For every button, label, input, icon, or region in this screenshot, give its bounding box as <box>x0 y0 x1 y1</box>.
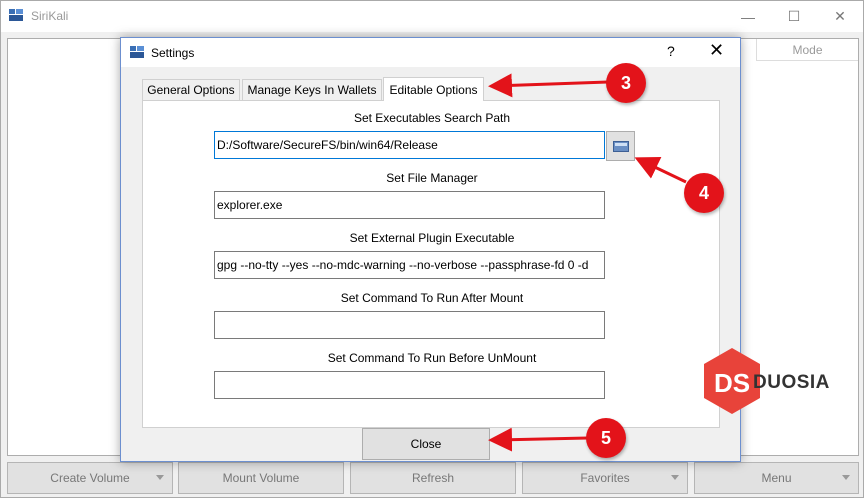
annotation-marker-3: 3 <box>606 63 646 103</box>
watermark-text: DUOSIA <box>753 372 830 393</box>
arrow-to-close-button <box>488 427 589 452</box>
tab-editable-options[interactable]: Editable Options <box>383 77 484 101</box>
tab-label: Editable Options <box>389 82 478 97</box>
arrow-to-browse-button <box>634 156 687 184</box>
annotation-marker-4: 4 <box>684 173 724 213</box>
svg-text:DS: DS <box>714 368 750 398</box>
annotation-arrows <box>488 73 687 452</box>
arrow-to-editable-tab <box>488 73 609 98</box>
annotation-marker-5: 5 <box>586 418 626 458</box>
